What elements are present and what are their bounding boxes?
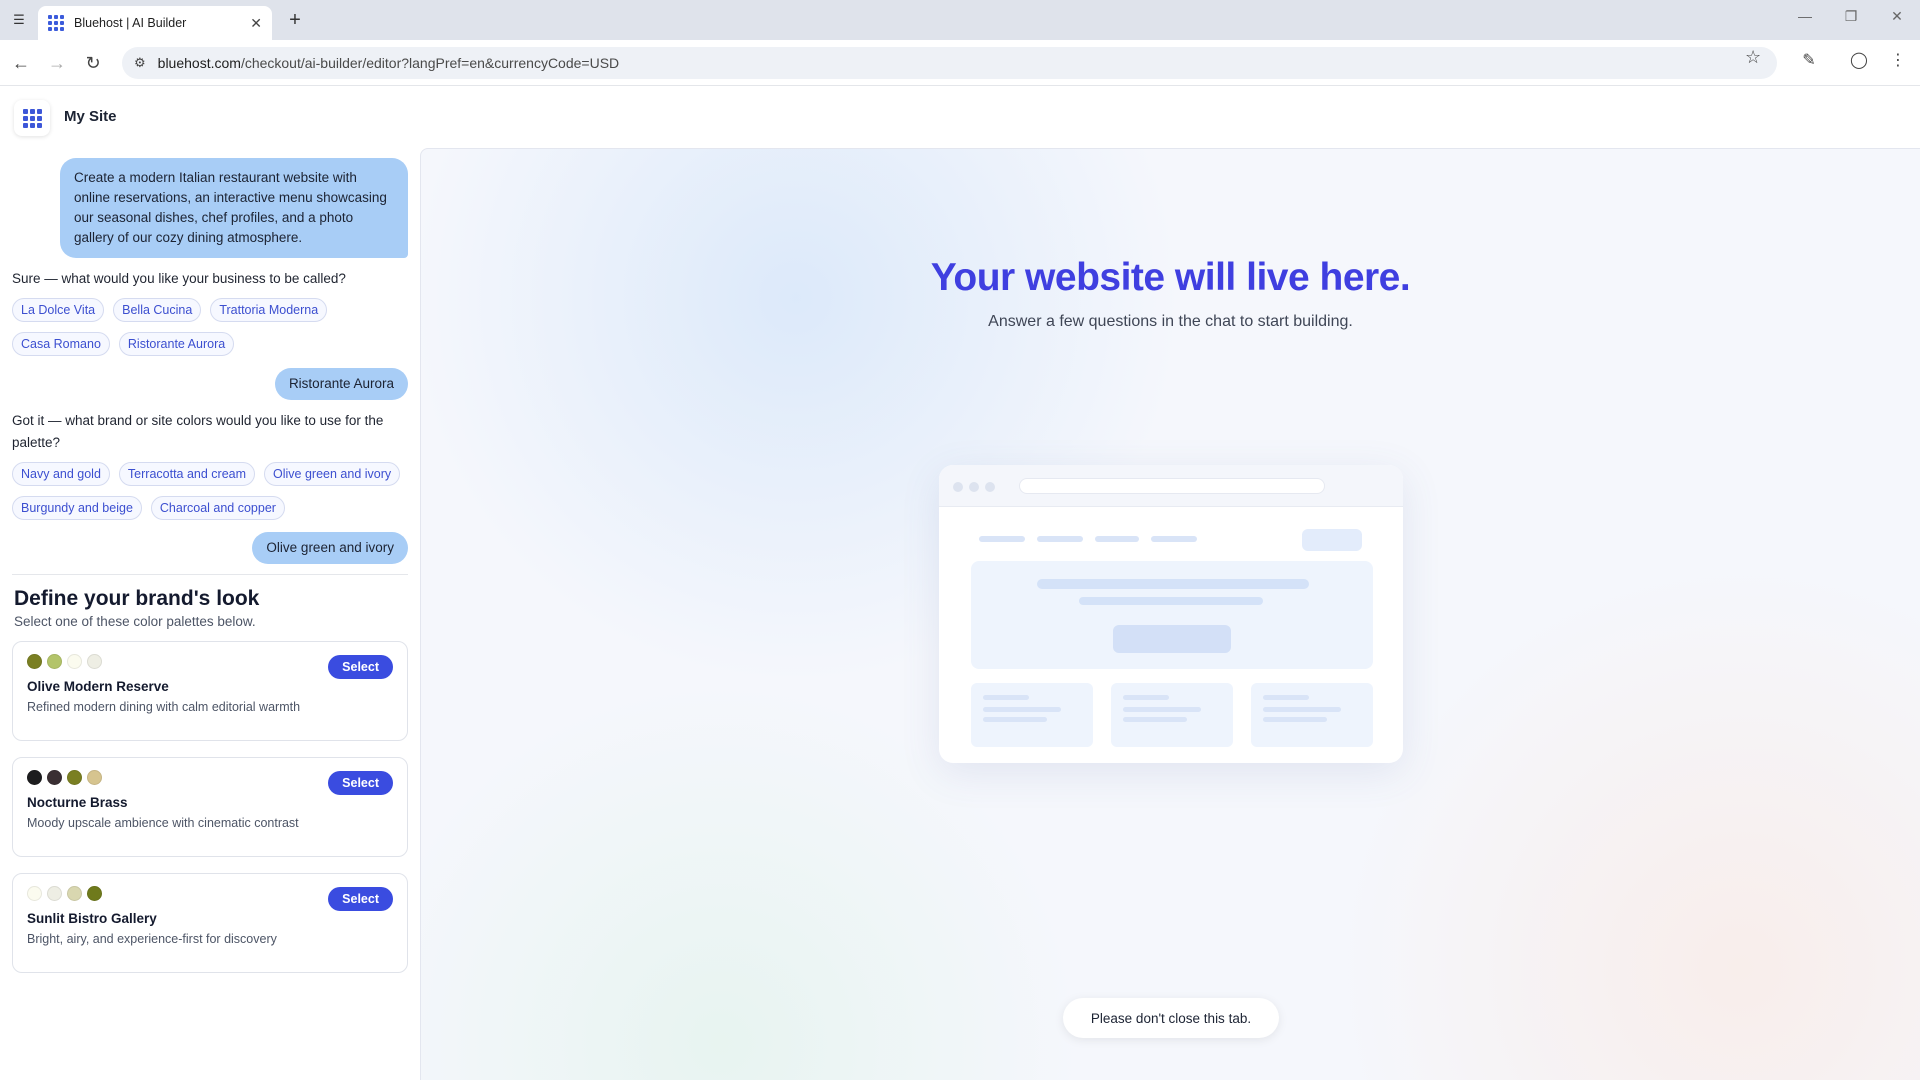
color-swatch bbox=[67, 886, 82, 901]
color-swatch bbox=[87, 886, 102, 901]
address-bar[interactable]: ⚙ bluehost.com/checkout/ai-builder/edito… bbox=[122, 47, 1777, 79]
name-chip[interactable]: La Dolce Vita bbox=[12, 298, 105, 322]
color-swatch bbox=[47, 654, 62, 669]
browser-tab-strip: ☰ Bluehost | AI Builder ✕ + — ❐ ✕ bbox=[0, 0, 1920, 40]
divider bbox=[12, 574, 408, 575]
color-swatch bbox=[27, 654, 42, 669]
color-swatch bbox=[87, 654, 102, 669]
tab-close-icon[interactable]: ✕ bbox=[250, 15, 262, 32]
palette-card: Nocturne Brass Moody upscale ambience wi… bbox=[12, 757, 408, 857]
color-swatch bbox=[87, 770, 102, 785]
profile-icon[interactable]: ◯ bbox=[1847, 50, 1871, 70]
chat-panel: Create a modern Italian restaurant websi… bbox=[0, 148, 420, 1080]
select-palette-button[interactable]: Select bbox=[328, 771, 393, 795]
color-chip[interactable]: Charcoal and copper bbox=[150, 496, 285, 520]
tab-title: Bluehost | AI Builder bbox=[74, 16, 187, 30]
forward-icon[interactable]: → bbox=[44, 50, 70, 76]
color-chip[interactable]: Navy and gold bbox=[12, 462, 110, 486]
palette-name: Sunlit Bistro Gallery bbox=[27, 911, 157, 926]
restore-icon[interactable]: ❐ bbox=[1836, 8, 1866, 25]
browser-toolbar: ← → ↻ ⚙ bluehost.com/checkout/ai-builder… bbox=[0, 40, 1920, 86]
palette-name: Nocturne Brass bbox=[27, 795, 128, 810]
brand-section-subtitle: Select one of these color palettes below… bbox=[14, 614, 256, 629]
select-palette-button[interactable]: Select bbox=[328, 887, 393, 911]
palette-description: Refined modern dining with calm editoria… bbox=[27, 700, 301, 714]
color-chip[interactable]: Burgundy and beige bbox=[12, 496, 142, 520]
brand-section-title: Define your brand's look bbox=[14, 587, 260, 610]
app-header: My Site bbox=[0, 86, 1920, 148]
name-chip[interactable]: Casa Romano bbox=[12, 332, 110, 356]
user-name-answer: Ristorante Aurora bbox=[274, 368, 408, 400]
user-color-answer: Olive green and ivory bbox=[252, 532, 408, 564]
color-swatch bbox=[67, 654, 82, 669]
color-swatch bbox=[27, 886, 42, 901]
palette-card: Sunlit Bistro Gallery Bright, airy, and … bbox=[12, 873, 408, 973]
mock-browser-bar bbox=[939, 465, 1403, 507]
palette-description: Bright, airy, and experience-first for d… bbox=[27, 932, 277, 946]
color-swatch bbox=[47, 886, 62, 901]
reload-icon[interactable]: ↻ bbox=[80, 50, 106, 76]
preview-headline: Your website will live here. bbox=[930, 256, 1411, 299]
color-suggestions: Navy and gold Terracotta and cream Olive… bbox=[12, 462, 412, 520]
menu-kebab-icon[interactable]: ⋮ bbox=[1886, 50, 1910, 70]
color-swatch bbox=[67, 770, 82, 785]
user-prompt-bubble: Create a modern Italian restaurant websi… bbox=[60, 158, 408, 258]
bookmark-star-icon[interactable]: ☆ bbox=[1745, 47, 1761, 68]
new-tab-icon[interactable]: + bbox=[284, 9, 306, 31]
palette-card: Olive Modern Reserve Refined modern dini… bbox=[12, 641, 408, 741]
url-text: bluehost.com/checkout/ai-builder/editor?… bbox=[157, 55, 620, 71]
website-preview-canvas: Your website will live here. Answer a fe… bbox=[420, 148, 1920, 1080]
minimize-icon[interactable]: — bbox=[1790, 8, 1820, 24]
color-chip[interactable]: Olive green and ivory bbox=[264, 462, 401, 486]
window-close-icon[interactable]: ✕ bbox=[1882, 8, 1912, 25]
site-info-icon[interactable]: ⚙ bbox=[134, 55, 146, 71]
bluehost-favicon-icon bbox=[48, 15, 64, 31]
name-suggestions: La Dolce Vita Bella Cucina Trattoria Mod… bbox=[12, 298, 412, 356]
select-palette-button[interactable]: Select bbox=[328, 655, 393, 679]
name-chip[interactable]: Bella Cucina bbox=[113, 298, 202, 322]
site-title: My Site bbox=[64, 108, 117, 125]
dont-close-toast: Please don't close this tab. bbox=[1063, 998, 1279, 1038]
preview-subline: Answer a few questions in the chat to st… bbox=[988, 313, 1353, 330]
color-swatch bbox=[47, 770, 62, 785]
palette-name: Olive Modern Reserve bbox=[27, 679, 169, 694]
tab-search-icon[interactable]: ☰ bbox=[8, 10, 30, 30]
assistant-color-question: Got it — what brand or site colors would… bbox=[12, 413, 384, 450]
assistant-name-question: Sure — what would you like your business… bbox=[12, 271, 346, 286]
apps-grid-icon[interactable] bbox=[14, 100, 50, 136]
name-chip[interactable]: Trattoria Moderna bbox=[210, 298, 328, 322]
palette-description: Moody upscale ambience with cinematic co… bbox=[27, 816, 299, 830]
back-icon[interactable]: ← bbox=[8, 50, 34, 76]
extensions-icon[interactable]: ✎ bbox=[1797, 50, 1821, 70]
name-chip[interactable]: Ristorante Aurora bbox=[118, 332, 235, 356]
color-swatch bbox=[27, 770, 42, 785]
color-chip[interactable]: Terracotta and cream bbox=[118, 462, 256, 486]
browser-tab[interactable]: Bluehost | AI Builder ✕ bbox=[38, 6, 272, 40]
website-placeholder-illustration bbox=[939, 465, 1403, 763]
